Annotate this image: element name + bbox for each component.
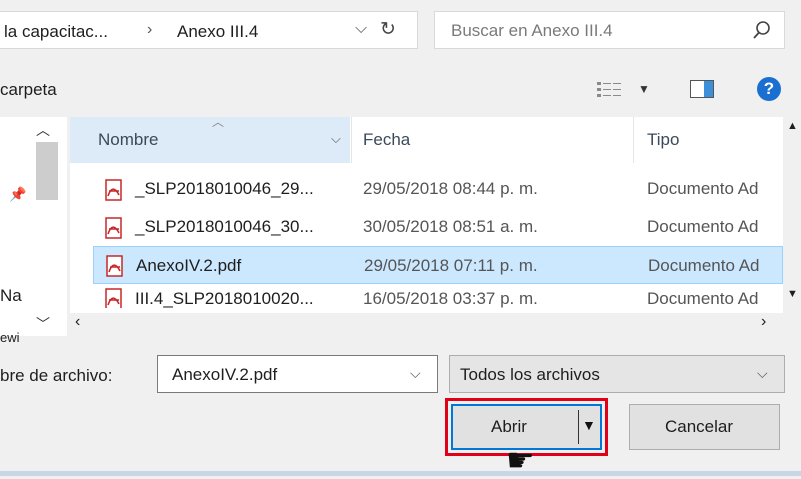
file-name: _SLP2018010046_30... — [135, 217, 314, 236]
scroll-left-icon[interactable]: ‹ — [75, 313, 80, 331]
open-button-label: Abrir — [491, 417, 527, 436]
file-row[interactable]: _SLP2018010046_29... 29/05/2018 08:44 p.… — [93, 173, 783, 206]
pin-icon[interactable]: 📌 — [9, 186, 26, 203]
window-bottom-edge — [0, 471, 801, 476]
search-box[interactable]: Buscar en Anexo III.4 — [434, 11, 785, 49]
nav-item[interactable]: ewi — [0, 330, 20, 345]
file-type: Documento Ad — [647, 289, 759, 308]
nav-scroll-up-icon[interactable]: ︿ — [36, 120, 50, 140]
file-type: Documento Ad — [647, 217, 759, 236]
filetype-value: Todos los archivos — [460, 365, 600, 384]
file-type: Documento Ad — [648, 256, 760, 275]
column-header-type[interactable]: Tipo — [647, 130, 679, 150]
filename-combobox[interactable]: AnexoIV.2.pdf ⌵ — [157, 355, 438, 393]
view-options-icon[interactable] — [597, 81, 623, 104]
vertical-scrollbar[interactable] — [783, 117, 801, 336]
pdf-file-icon — [103, 288, 125, 308]
filetype-select[interactable]: Todos los archivos ⌵ — [449, 355, 785, 393]
pdf-file-icon — [103, 217, 125, 244]
file-date: 30/05/2018 08:51 a. m. — [363, 217, 538, 236]
file-type: Documento Ad — [647, 179, 759, 198]
open-dropdown-icon[interactable]: ▼ — [582, 417, 596, 433]
column-header-name-label: Nombre — [98, 130, 159, 149]
nav-item[interactable]: Na — [0, 286, 22, 306]
view-dropdown-icon[interactable]: ▼ — [638, 82, 650, 96]
scroll-down-icon[interactable]: ▼ — [787, 288, 798, 300]
refresh-icon[interactable]: ↻ — [380, 18, 396, 41]
filename-input[interactable]: AnexoIV.2.pdf — [172, 365, 277, 385]
file-date: 29/05/2018 07:11 p. m. — [364, 256, 538, 275]
file-row[interactable]: _SLP2018010046_30... 30/05/2018 08:51 a.… — [93, 211, 783, 244]
preview-pane-icon[interactable] — [690, 80, 714, 103]
file-date: 16/05/2018 03:37 p. m. — [363, 289, 538, 308]
breadcrumb-parent[interactable]: la capacitac... — [4, 22, 108, 42]
chevron-down-icon[interactable]: ⌵ — [757, 365, 768, 382]
address-bar[interactable]: la capacitac... › Anexo III.4 ⌵ ↻ — [0, 11, 418, 49]
scroll-right-icon[interactable]: › — [761, 313, 766, 331]
new-folder-button[interactable]: carpeta — [0, 80, 57, 100]
file-date: 29/05/2018 08:44 p. m. — [363, 179, 538, 198]
column-filter-chevron-icon[interactable]: ⌵ — [331, 131, 341, 147]
sort-ascending-icon: ︿ — [212, 115, 225, 129]
cancel-button[interactable]: Cancelar — [629, 404, 780, 450]
file-row[interactable]: III.4_SLP2018010020... 16/05/2018 03:37 … — [93, 288, 783, 308]
file-name: _SLP2018010046_29... — [135, 179, 314, 198]
nav-scrollbar-thumb[interactable] — [36, 142, 58, 200]
column-divider[interactable] — [351, 117, 352, 163]
cancel-button-label: Cancelar — [665, 417, 734, 436]
column-header-date[interactable]: Fecha — [363, 130, 410, 150]
horizontal-scrollbar[interactable] — [70, 313, 783, 336]
column-divider[interactable] — [633, 117, 634, 163]
scroll-up-icon[interactable]: ▲ — [787, 120, 798, 132]
hand-cursor-icon: ☛ — [506, 442, 535, 478]
file-name: III.4_SLP2018010020... — [135, 289, 314, 308]
pdf-file-icon — [104, 255, 126, 282]
pdf-file-icon — [103, 179, 125, 206]
search-icon[interactable] — [752, 20, 772, 45]
chevron-down-icon[interactable]: ⌵ — [355, 20, 367, 38]
split-divider — [578, 410, 579, 444]
file-row-selected[interactable]: AnexoIV.2.pdf 29/05/2018 07:11 p. m. Doc… — [93, 246, 783, 284]
filename-label: bre de archivo: — [0, 366, 113, 385]
chevron-down-icon[interactable]: ⌵ — [410, 365, 421, 382]
help-icon[interactable]: ? — [757, 77, 781, 101]
file-name: AnexoIV.2.pdf — [136, 256, 242, 275]
breadcrumb-separator: › — [147, 21, 153, 38]
breadcrumb-current[interactable]: Anexo III.4 — [177, 22, 258, 42]
nav-scroll-down-icon[interactable]: ﹀ — [36, 314, 50, 334]
search-input[interactable]: Buscar en Anexo III.4 — [451, 21, 613, 41]
